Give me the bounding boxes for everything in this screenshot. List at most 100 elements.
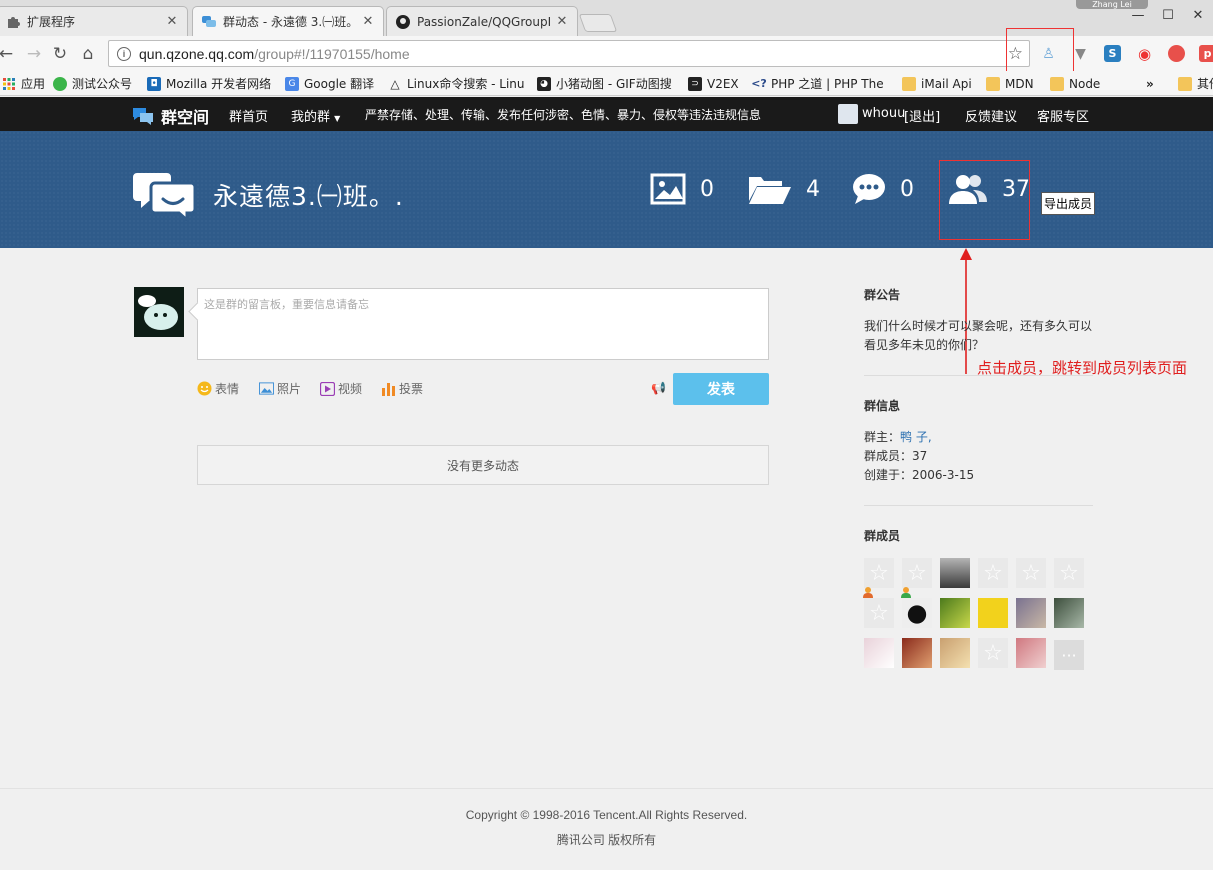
bookmark-wechat[interactable]: 测试公众号 xyxy=(53,74,132,93)
member-avatar[interactable]: ☆ xyxy=(978,558,1008,588)
bookmarks-bar: 应用 测试公众号 ◘ Mozilla 开发者网络 G Google 翻译 △ L… xyxy=(0,71,1213,96)
close-icon[interactable]: ✕ xyxy=(555,14,569,29)
member-avatar[interactable]: ☆ xyxy=(864,598,894,628)
export-members-tooltip[interactable]: 导出成员 xyxy=(1041,192,1096,215)
emoji-label: 表情 xyxy=(215,382,240,396)
back-icon[interactable]: ← xyxy=(0,42,18,66)
record-icon[interactable] xyxy=(1168,45,1185,62)
stat-messages[interactable]: 0 xyxy=(852,173,914,205)
bookmark-folder-node[interactable]: Node xyxy=(1050,74,1100,93)
member-avatar[interactable] xyxy=(940,558,970,588)
close-icon[interactable]: ✕ xyxy=(361,14,375,29)
stat-files[interactable]: 4 xyxy=(748,173,820,205)
nav-logout[interactable]: [退出] xyxy=(904,106,940,125)
bookmark-label: Node xyxy=(1069,76,1101,91)
tab-github[interactable]: PassionZale/QQGroupI ✕ xyxy=(386,6,578,36)
caret-down-icon: ▼ xyxy=(334,114,341,123)
stat-files-count: 4 xyxy=(806,176,820,202)
megaphone-icon[interactable]: 📢 xyxy=(651,381,666,395)
nav-notice: 严禁存储、处理、传输、发布任何涉密、色情、暴力、侵权等违法违规信息 xyxy=(365,108,762,122)
video-button[interactable]: 视频 xyxy=(320,380,362,397)
no-more-feed: 没有更多动态 xyxy=(197,445,769,485)
bar-chart-icon xyxy=(381,381,396,396)
nav-username[interactable]: whouu xyxy=(862,106,905,121)
photo-label: 照片 xyxy=(277,382,302,396)
pocket-icon[interactable]: p xyxy=(1199,45,1213,62)
group-banner: 永遠德3.㈠班。. 0 4 0 37 导出成员 xyxy=(0,131,1213,248)
bookmark-linux[interactable]: △ Linux命令搜索 - Linu xyxy=(388,74,524,93)
weibo-icon[interactable]: ◉ xyxy=(1136,45,1153,63)
close-window-icon[interactable]: ✕ xyxy=(1183,0,1213,30)
tab-group-feed[interactable]: 群动态 - 永遠德 3.㈠班。 ✕ xyxy=(192,6,384,36)
reload-icon[interactable]: ↻ xyxy=(48,42,72,66)
emoji-button[interactable]: 表情 xyxy=(197,380,239,397)
member-avatar[interactable]: ☆ xyxy=(1016,558,1046,588)
bookmark-folder-mdn[interactable]: MDN xyxy=(986,74,1034,93)
nav-my-groups[interactable]: 我的群 ▼ xyxy=(291,106,340,125)
member-avatar[interactable]: ☆ xyxy=(1054,558,1084,588)
message-board-input[interactable]: 这是群的留言板，重要信息请备忘 xyxy=(197,288,769,360)
address-bar[interactable]: i qun.qzone.qq.com/group#!/11970155/home… xyxy=(108,40,1030,67)
bookmark-mdn[interactable]: ◘ Mozilla 开发者网络 xyxy=(147,74,271,93)
member-avatar[interactable] xyxy=(1016,598,1046,628)
member-avatar[interactable] xyxy=(978,598,1008,628)
folder-open-icon xyxy=(749,177,791,204)
pig-icon: ◕ xyxy=(537,76,551,91)
member-avatar[interactable] xyxy=(902,598,932,628)
user-avatar[interactable] xyxy=(838,104,858,124)
maximize-icon[interactable]: ☐ xyxy=(1153,0,1183,30)
member-avatar[interactable] xyxy=(902,638,932,668)
member-avatar[interactable] xyxy=(864,638,894,668)
bookmark-apps[interactable]: 应用 xyxy=(2,74,45,93)
member-avatar[interactable] xyxy=(940,598,970,628)
bookmark-v2ex[interactable]: ⊃ V2EX xyxy=(688,74,739,93)
bookmark-gif[interactable]: ◕ 小猪动图 - GIF动图搜 xyxy=(537,74,675,93)
member-avatar[interactable] xyxy=(1054,598,1084,628)
v2ex-icon: ⊃ xyxy=(688,76,702,91)
tab-extensions[interactable]: 扩展程序 ✕ xyxy=(0,6,188,36)
vote-label: 投票 xyxy=(399,382,424,396)
tab-title: PassionZale/QQGroupI xyxy=(417,14,552,29)
member-avatar[interactable]: ☆ xyxy=(863,558,894,598)
close-icon[interactable]: ✕ xyxy=(165,14,179,29)
brand-name: 群空间 xyxy=(161,108,210,127)
group-logo-icon xyxy=(133,169,197,224)
member-avatar[interactable] xyxy=(1016,638,1046,668)
bookmark-folder-other[interactable]: 其他 xyxy=(1178,74,1213,93)
bookmark-label: V2EX xyxy=(707,76,739,91)
bookmark-php[interactable]: <? PHP 之道 | PHP The xyxy=(752,74,888,93)
apps-grid-icon xyxy=(2,77,16,91)
publish-button[interactable]: 发表 xyxy=(673,373,769,405)
more-members-button[interactable]: ··· xyxy=(1054,640,1084,670)
new-tab-button[interactable] xyxy=(578,14,618,32)
vue-devtools-icon[interactable]: ▼ xyxy=(1072,45,1089,62)
minimize-icon[interactable]: — xyxy=(1123,0,1153,30)
info-icon[interactable]: i xyxy=(117,46,131,61)
bookmark-label: 测试公众号 xyxy=(72,77,133,91)
bookmark-folder-imail[interactable]: iMail Api xyxy=(902,74,972,93)
nav-home[interactable]: 群首页 xyxy=(229,106,268,125)
member-avatar[interactable] xyxy=(940,638,970,668)
member-avatar[interactable]: ☆ xyxy=(978,638,1008,668)
forward-icon[interactable]: → xyxy=(22,42,46,66)
stat-photos[interactable]: 0 xyxy=(650,173,714,205)
owner-link[interactable]: 鸭 子, xyxy=(900,430,932,444)
home-icon[interactable]: ⌂ xyxy=(76,42,100,66)
url-path: /group#!/11970155/home xyxy=(254,45,410,62)
nav-feedback[interactable]: 反馈建议 xyxy=(965,106,1017,125)
photo-button[interactable]: 照片 xyxy=(259,380,301,397)
folder-icon xyxy=(1050,76,1064,91)
bookmarks-overflow-button[interactable]: » xyxy=(1146,74,1154,93)
member-avatar[interactable]: ☆ xyxy=(901,558,932,598)
folder-icon xyxy=(986,76,1000,91)
bookmark-google-translate[interactable]: G Google 翻译 xyxy=(285,74,374,93)
stat-messages-count: 0 xyxy=(900,176,914,202)
linux-icon: △ xyxy=(390,76,400,91)
s-extension-icon[interactable]: S xyxy=(1104,45,1121,62)
divider xyxy=(864,375,1093,376)
nav-support[interactable]: 客服专区 xyxy=(1037,106,1089,125)
vote-button[interactable]: 投票 xyxy=(381,380,423,397)
folder-icon xyxy=(1178,76,1192,91)
brand-logo[interactable]: 群空间 xyxy=(131,104,209,128)
bookmark-label: Linux命令搜索 - Linu xyxy=(407,77,524,91)
